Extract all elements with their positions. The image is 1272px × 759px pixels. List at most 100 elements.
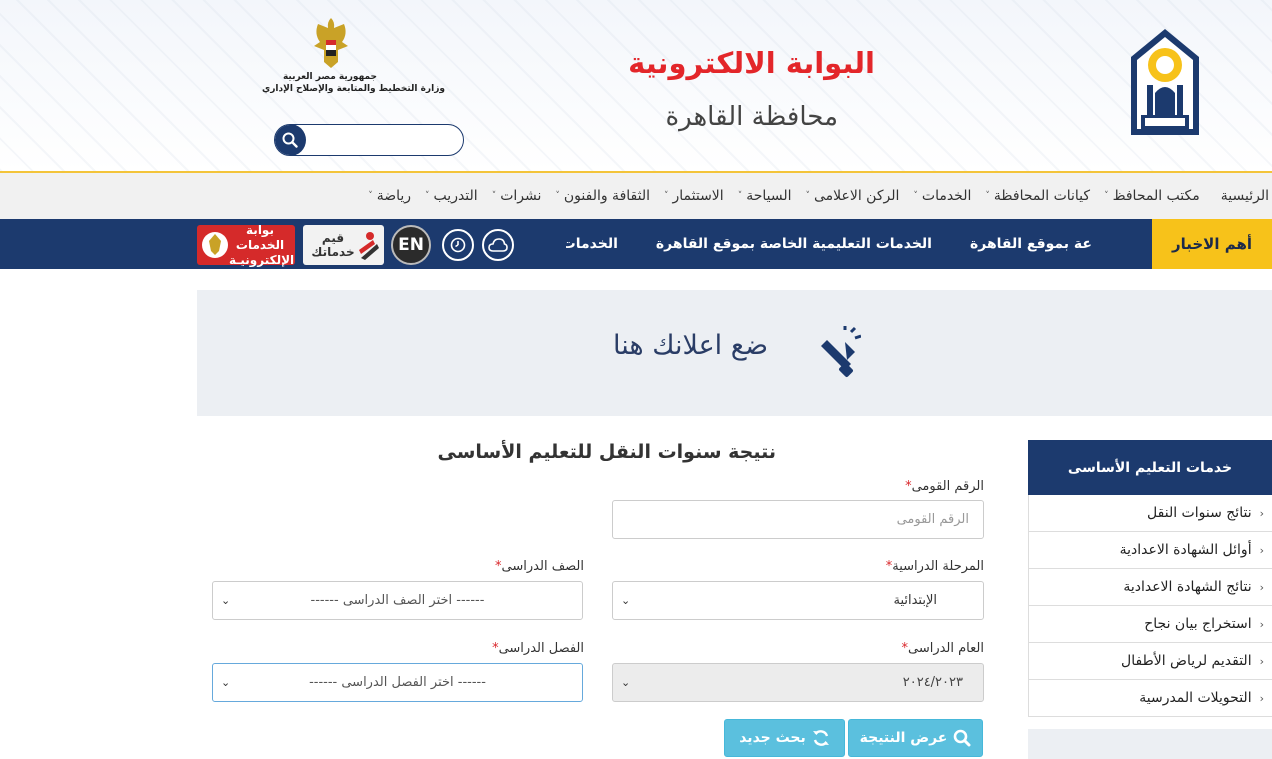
chevron-down-icon: ˅: [491, 191, 497, 201]
news-ticker: أهم الاخبار عة بموقع القاهرة الخدمات الت…: [0, 219, 1272, 269]
portal-title: البوابة الالكترونية: [628, 46, 875, 80]
chevron-right-icon: ›: [1259, 543, 1264, 557]
e-services-portal-button[interactable]: بوابة الخدمات الإلكترونيـة: [197, 222, 295, 268]
nav-item-label: الخدمات: [921, 188, 972, 204]
sidebar-item-label: التحويلات المدرسية: [1139, 690, 1252, 706]
sidebar-item-label: نتائج سنوات النقل: [1147, 505, 1252, 521]
year-label: العام الدراسى*: [760, 641, 984, 656]
ad-text: ضع اعلانك هنا: [613, 330, 769, 361]
prayer-times-button[interactable]: [442, 229, 474, 261]
sidebar-item[interactable]: نتائج سنوات النقل ›: [1028, 495, 1272, 532]
sidebar-items: نتائج سنوات النقل › أوائل الشهادة الاعدادي…: [1028, 495, 1272, 717]
term-select[interactable]: ------ اختر الفصل الدراسى ------ ⌄: [212, 663, 583, 702]
nav-item-label: الركن الاعلامى: [813, 188, 900, 204]
sidebar-item-label: أوائل الشهادة الاعدادية: [1119, 542, 1252, 558]
chevron-down-icon: ˅: [805, 191, 810, 201]
nav-items: الرئيسية مكتب المحافظ ˅ كيانات المحافظة ˅ الخ…: [361, 173, 1269, 219]
site-header: البوابة الالكترونية محافظة القاهرة جمهور…: [0, 0, 1272, 171]
search-button[interactable]: [275, 125, 306, 155]
ministry-caption: جمهورية مصر العربية وزارة التخطيط والمتا…: [262, 71, 445, 95]
grade-label: الصف الدراسى*: [360, 559, 584, 574]
stage-label-text: المرحلة الدراسية: [892, 559, 984, 574]
sidebar-item[interactable]: التحويلات المدرسية ›: [1028, 680, 1272, 717]
rate-services-label: قيم خدماتك: [309, 231, 357, 259]
chevron-down-icon: ⌄: [221, 676, 231, 689]
nav-item-label: نشرات: [500, 188, 542, 204]
refresh-icon: [812, 730, 829, 746]
chevron-down-icon: ˅: [425, 191, 430, 201]
chevron-down-icon: ⌄: [221, 594, 231, 607]
ministry-line-2: وزارة التخطيط والمتابعة والإصلاح الإداري: [262, 84, 445, 94]
nav-item-label: رياضة: [376, 188, 412, 204]
egypt-eagle-small-icon: [202, 232, 228, 258]
chevron-down-icon: ˅: [368, 191, 373, 201]
ticker-news-item[interactable]: عة بموقع القاهرة: [970, 236, 1092, 252]
grade-label-text: الصف الدراسى: [501, 559, 584, 574]
nav-item[interactable]: مكتب المحافظ ˅: [1097, 188, 1207, 204]
national-id-input[interactable]: الرقم القومى: [612, 500, 984, 539]
chevron-down-icon: ˅: [913, 191, 918, 201]
portal-label-line-1: بوابة الخدمات: [235, 222, 285, 252]
chevron-down-icon: ˅: [1104, 191, 1109, 201]
cairo-governorate-logo[interactable]: [1127, 27, 1203, 139]
governorate-name: محافظة القاهرة: [665, 102, 839, 132]
stage-select[interactable]: الإبتدائية ⌄: [612, 581, 984, 620]
sidebar-item[interactable]: التقديم لرياض الأطفال ›: [1028, 643, 1272, 680]
year-select-value: ٢٠٢٤/٢٠٢٣: [902, 675, 963, 690]
search-icon: [954, 729, 971, 747]
ad-banner[interactable]: ضع اعلانك هنا: [197, 290, 1272, 416]
chevron-down-icon: ˅: [664, 191, 669, 201]
chevron-down-icon: ⌄: [621, 594, 631, 607]
new-search-label: بحث جديد: [739, 730, 806, 746]
english-language-button[interactable]: EN: [391, 225, 431, 265]
sidebar-title: خدمات التعليم الأساسى: [1028, 440, 1272, 495]
nav-item[interactable]: الاستثمار ˅: [657, 188, 731, 204]
ticker-news-item[interactable]: الخدمات التعليمية الخاصة بموقع القاهرة: [656, 236, 932, 252]
term-label-text: الفصل الدراسى: [498, 641, 584, 656]
chevron-right-icon: ›: [1259, 617, 1264, 631]
nav-item[interactable]: الرئيسية: [1207, 188, 1269, 204]
grade-select[interactable]: ------ اختر الصف الدراسى ------ ⌄: [212, 581, 583, 620]
rate-label-line-1: قيم: [321, 231, 345, 245]
ticker-news[interactable]: عة بموقع القاهرة الخدمات التعليمية الخاص…: [566, 219, 1092, 269]
nav-item[interactable]: نشرات ˅: [485, 188, 549, 204]
nav-item[interactable]: كيانات المحافظة ˅: [978, 188, 1097, 204]
sidebar-item-label: التقديم لرياض الأطفال: [1121, 653, 1252, 669]
chevron-down-icon: ˅: [985, 191, 990, 201]
site-search[interactable]: [274, 124, 464, 156]
nav-item[interactable]: رياضة ˅: [361, 188, 418, 204]
nav-item[interactable]: السياحة ˅: [731, 188, 799, 204]
sidebar-item[interactable]: نتائج الشهادة الاعدادية ›: [1028, 569, 1272, 606]
chevron-right-icon: ›: [1259, 654, 1264, 668]
weather-button[interactable]: [482, 229, 514, 261]
chevron-down-icon: ˅: [737, 191, 743, 201]
sidebar-item[interactable]: أوائل الشهادة الاعدادية ›: [1028, 532, 1272, 569]
year-select[interactable]: ٢٠٢٤/٢٠٢٣ ⌄: [612, 663, 984, 702]
sidebar-footer: [1028, 729, 1272, 759]
main-nav: الرئيسية مكتب المحافظ ˅ كيانات المحافظة ˅ الخ…: [0, 171, 1272, 219]
rate-label-line-2: خدماتك: [311, 245, 355, 259]
ministry-line-1: جمهورية مصر العربية: [282, 72, 378, 82]
nav-item[interactable]: الركن الاعلامى ˅: [798, 188, 906, 204]
show-result-label: عرض النتيجة: [859, 730, 948, 746]
top-news-label: أهم الاخبار: [1152, 219, 1272, 269]
rating-icon: [359, 232, 379, 260]
nav-item[interactable]: الثقافة والفنون ˅: [548, 188, 657, 204]
new-search-button[interactable]: بحث جديد: [724, 719, 845, 757]
nav-item-label: الثقافة والفنون: [563, 188, 650, 204]
show-result-button[interactable]: عرض النتيجة: [848, 719, 983, 757]
egypt-eagle-emblem: [314, 18, 348, 68]
grade-select-value: ------ اختر الصف الدراسى ------: [310, 593, 485, 608]
e-services-portal-label: بوابة الخدمات الإلكترونيـة: [229, 222, 294, 268]
stage-select-value: الإبتدائية: [893, 593, 937, 608]
search-icon: [282, 132, 298, 148]
sidebar-item[interactable]: استخراج بيان نجاح ›: [1028, 606, 1272, 643]
rate-services-button[interactable]: قيم خدماتك: [303, 225, 384, 265]
term-select-value: ------ اختر الفصل الدراسى ------: [309, 675, 486, 690]
ticker-news-item[interactable]: الخدمات ال: [566, 236, 618, 252]
nav-item-label: كيانات المحافظة: [993, 188, 1091, 204]
nav-item[interactable]: التدريب ˅: [418, 188, 485, 204]
nav-item[interactable]: الخدمات ˅: [906, 188, 978, 204]
national-id-label-text: الرقم القومى: [911, 479, 984, 494]
chevron-down-icon: ⌄: [621, 676, 631, 689]
